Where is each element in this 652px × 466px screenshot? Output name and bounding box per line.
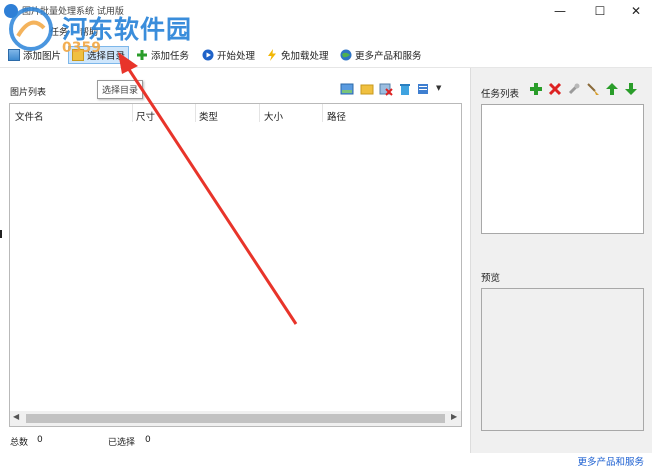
selected-count-value: 0 — [145, 435, 151, 445]
total-count-value: 0 — [37, 435, 43, 445]
col-separator — [259, 104, 260, 122]
maximize-button[interactable]: ☐ — [580, 0, 620, 22]
start-button[interactable]: 开始处理 — [202, 46, 255, 64]
minimize-button[interactable]: — — [540, 0, 580, 22]
preview-label: 预览 — [481, 273, 501, 284]
start-label: 开始处理 — [217, 51, 256, 62]
status-bar — [0, 453, 652, 466]
add-task-icon[interactable] — [529, 82, 543, 96]
col-separator — [322, 104, 323, 122]
thumbnail-view-icon[interactable] — [340, 82, 354, 96]
more-products-label: 更多产品和服务 — [355, 51, 422, 62]
table-header — [9, 103, 462, 123]
plus-icon — [137, 50, 147, 60]
more-products-button[interactable]: 更多产品和服务 — [340, 46, 422, 64]
col-separator — [195, 104, 196, 122]
wrench-icon[interactable] — [567, 82, 581, 96]
image-list-label: 图片列表 — [10, 88, 47, 98]
trash-icon[interactable] — [398, 82, 412, 96]
view-dropdown-arrow[interactable]: ▼ — [436, 84, 441, 92]
col-path[interactable]: 路径 — [327, 109, 346, 123]
remove-image-icon[interactable] — [379, 82, 393, 96]
preview-box — [481, 288, 644, 431]
move-up-icon[interactable] — [605, 82, 619, 96]
add-task-button[interactable]: 添加任务 — [136, 46, 189, 64]
selected-count-label: 已选择 — [108, 438, 136, 448]
watermark-url: 0359 — [62, 40, 101, 56]
folder-open-icon[interactable] — [360, 82, 374, 96]
task-list-box[interactable] — [481, 104, 644, 234]
text-cursor-mark — [0, 230, 2, 238]
task-list-label: 任务列表 — [481, 89, 520, 100]
watermark-logo — [9, 7, 53, 51]
more-products-link[interactable]: 更多产品和服务 — [577, 454, 644, 466]
accelerate-label: 免加载处理 — [281, 51, 329, 62]
delete-task-icon[interactable] — [548, 82, 562, 96]
col-separator — [132, 104, 133, 122]
col-dimensions[interactable]: 尺寸 — [136, 109, 155, 123]
total-count-label: 总数 — [10, 438, 29, 448]
move-down-icon[interactable] — [624, 82, 638, 96]
play-icon — [202, 49, 214, 61]
close-button[interactable]: ✕ — [616, 0, 652, 22]
accelerate-button[interactable]: 免加载处理 — [266, 46, 329, 64]
col-size[interactable]: 大小 — [264, 109, 283, 123]
scrollbar-thumb[interactable] — [26, 414, 445, 423]
add-task-label: 添加任务 — [151, 51, 190, 62]
select-dir-tooltip: 选择目录 — [97, 80, 144, 99]
scroll-right-arrow[interactable]: ▶ — [451, 412, 457, 421]
broom-icon[interactable] — [586, 82, 600, 96]
list-view-icon[interactable] — [416, 82, 430, 96]
scroll-left-arrow[interactable]: ◀ — [13, 412, 19, 421]
lightning-icon — [268, 49, 276, 61]
col-type[interactable]: 类型 — [199, 109, 218, 123]
globe-icon — [340, 49, 352, 61]
col-filename[interactable]: 文件名 — [15, 109, 44, 123]
image-table[interactable] — [9, 103, 462, 427]
